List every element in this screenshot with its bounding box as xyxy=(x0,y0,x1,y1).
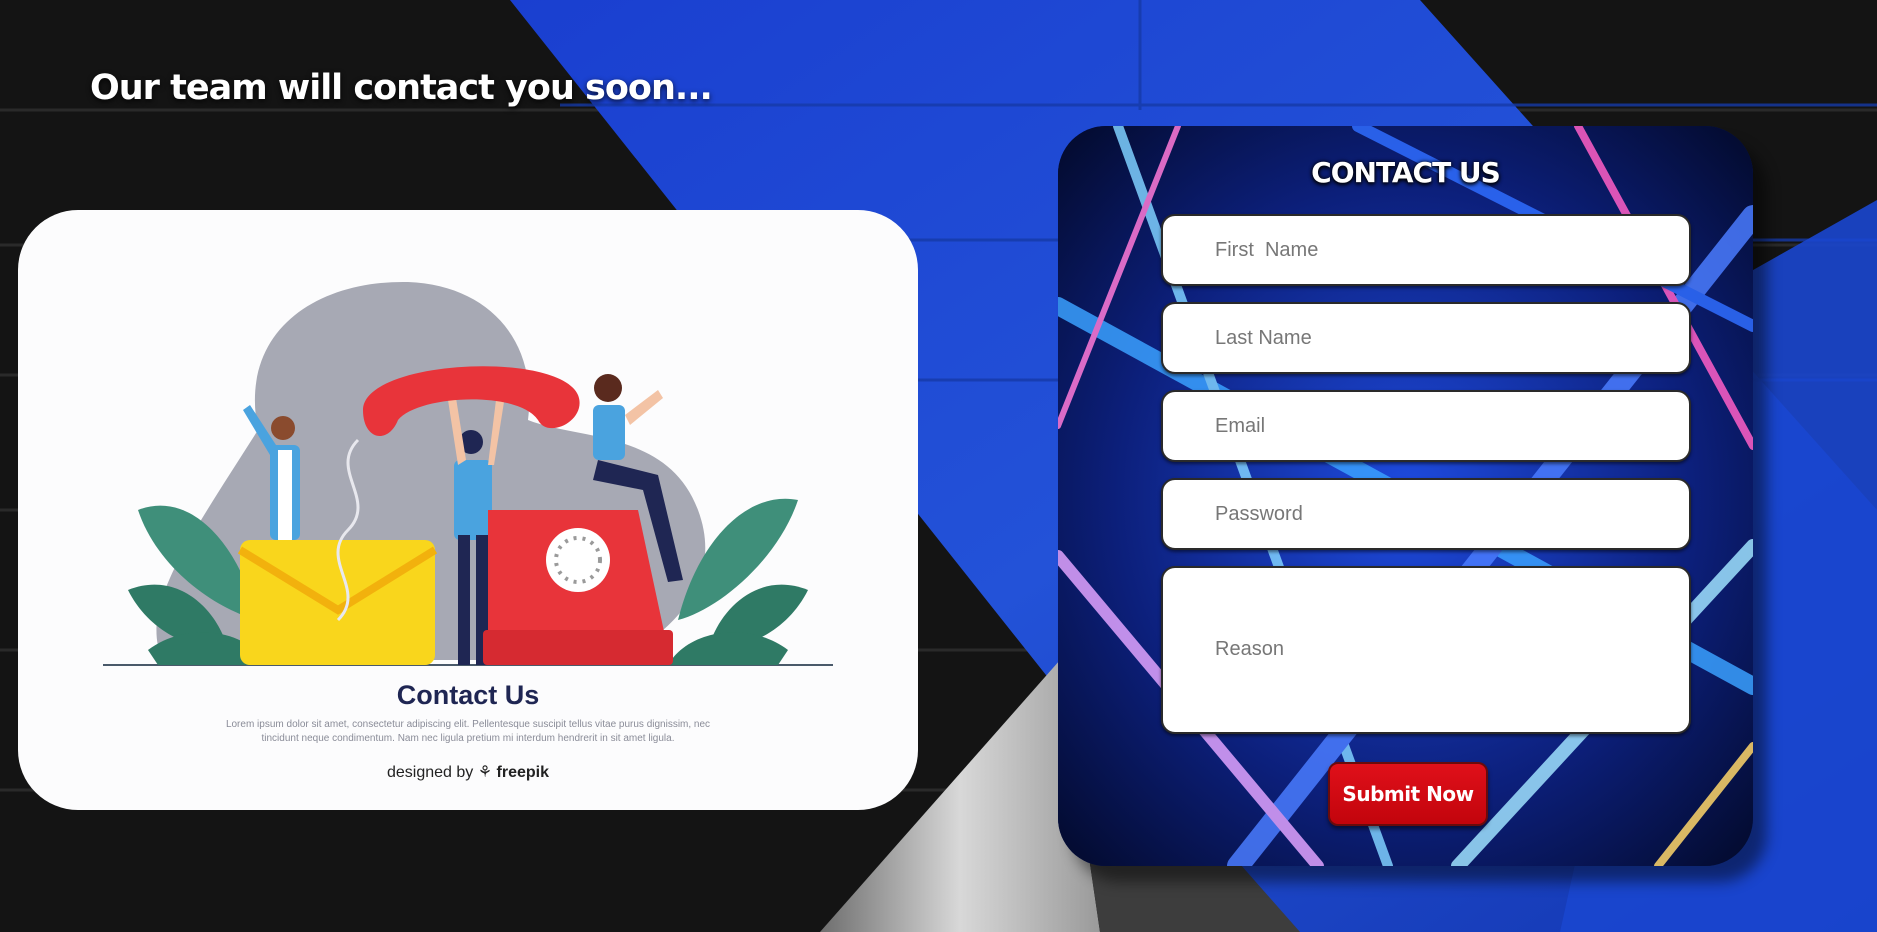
illustration-description: Lorem ipsum dolor sit amet, consectetur … xyxy=(198,718,738,746)
credit-prefix: designed by xyxy=(386,764,474,781)
contact-illustration-card: Contact Us Lorem ipsum dolor sit amet, c… xyxy=(18,210,918,810)
freepik-credit: designed by ⚘ freepik xyxy=(18,762,918,782)
password-field[interactable] xyxy=(1161,478,1691,550)
freepik-logo-icon: ⚘ xyxy=(477,764,497,781)
last-name-field[interactable] xyxy=(1161,302,1691,374)
page-headline: Our team will contact you soon... xyxy=(90,68,713,108)
first-name-field[interactable] xyxy=(1161,214,1691,286)
illustration-description-line-1: Lorem ipsum dolor sit amet, consectetur … xyxy=(225,719,711,730)
contact-form-panel: CONTACT US Submit Now xyxy=(1058,126,1753,866)
reason-field[interactable] xyxy=(1161,566,1691,734)
email-field[interactable] xyxy=(1161,390,1691,462)
submit-button[interactable]: Submit Now xyxy=(1328,762,1488,826)
credit-brand: freepik xyxy=(496,764,549,781)
form-title: CONTACT US xyxy=(1311,156,1501,189)
illustration-description-line-2: tincidunt neque condimentum. Nam nec lig… xyxy=(261,733,675,744)
illustration-title: Contact Us xyxy=(396,680,540,710)
